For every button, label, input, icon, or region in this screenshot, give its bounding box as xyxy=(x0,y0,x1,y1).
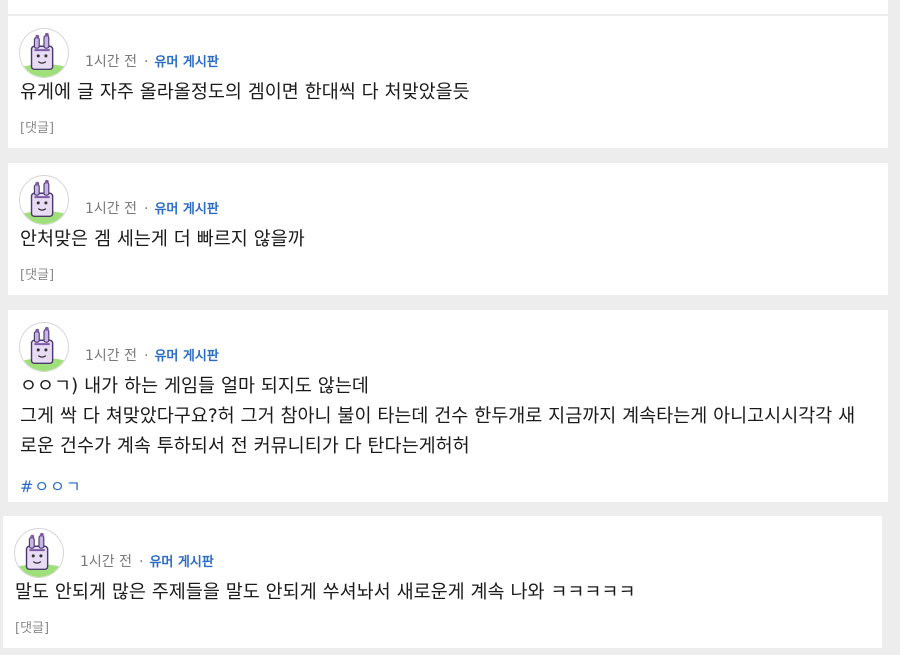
post-meta: 1시간 전 · 유머 게시판 xyxy=(85,200,219,219)
post-card: 1시간 전 · 유머 게시판 안처맞은 겜 세는게 더 빠르지 않을까 [댓글] xyxy=(8,163,888,295)
post-card: 1시간 전 · 유머 게시판 ㅇㅇㄱ) 내가 하는 게임들 얼마 되지도 않는데 그… xyxy=(8,310,888,502)
post-meta: 1시간 전 · 유머 게시판 xyxy=(85,347,219,366)
comment-link[interactable]: [댓글] xyxy=(15,617,49,636)
comment-link[interactable]: [댓글] xyxy=(20,264,54,283)
profile-character-icon xyxy=(20,326,68,371)
meta-separator: · xyxy=(144,201,149,217)
hashtag-link[interactable]: #ㅇㅇㄱ xyxy=(20,473,82,497)
avatar[interactable] xyxy=(14,528,64,578)
post-text-line: 말도 안되게 많은 주제들을 말도 안되게 쑤셔놔서 새로운게 계속 나와 ㅋㅋ… xyxy=(15,582,636,603)
avatar[interactable] xyxy=(19,28,69,78)
meta-separator: · xyxy=(144,348,149,364)
board-link[interactable]: 유머 게시판 xyxy=(149,555,213,570)
post-text: 말도 안되게 많은 주제들을 말도 안되게 쑤셔놔서 새로운게 계속 나와 ㅋㅋ… xyxy=(15,578,635,608)
post-meta: 1시간 전 · 유머 게시판 xyxy=(85,53,219,72)
post-card: 1시간 전 · 유머 게시판 말도 안되게 많은 주제들을 말도 안되게 쑤셔놔서 … xyxy=(3,516,882,648)
comment-link[interactable]: [댓글] xyxy=(20,117,54,136)
avatar[interactable] xyxy=(19,175,69,225)
post-meta: 1시간 전 · 유머 게시판 xyxy=(80,553,214,572)
meta-separator: · xyxy=(139,554,144,570)
post-time: 1시간 전 xyxy=(80,554,132,570)
post-card-partial xyxy=(8,0,888,14)
post-text-line: ㅇㅇㄱ) 내가 하는 게임들 얼마 되지도 않는데 xyxy=(20,376,369,397)
avatar[interactable] xyxy=(19,322,69,372)
meta-separator: · xyxy=(144,54,149,70)
profile-character-icon xyxy=(15,532,63,577)
post-text: 안처맞은 겜 세는게 더 빠르지 않을까 xyxy=(20,225,305,255)
profile-character-icon xyxy=(20,179,68,224)
post-text-line: 그게 싹 다 쳐맞았다구요?허 그거 참아니 불이 타는데 건수 한두개로 지금… xyxy=(20,406,856,427)
post-time: 1시간 전 xyxy=(85,201,137,217)
post-time: 1시간 전 xyxy=(85,348,137,364)
post-time: 1시간 전 xyxy=(85,54,137,70)
board-link[interactable]: 유머 게시판 xyxy=(154,55,218,70)
post-text-line: 유게에 글 자주 올라올정도의 겜이면 한대씩 다 처맞았을듯 xyxy=(20,82,470,103)
board-link[interactable]: 유머 게시판 xyxy=(154,349,218,364)
post-text-line: 로운 건수가 계속 투하되서 전 커뮤니티가 다 탄다는게허허 xyxy=(20,436,470,457)
post-text: 유게에 글 자주 올라올정도의 겜이면 한대씩 다 처맞았을듯 xyxy=(20,78,470,108)
post-text: ㅇㅇㄱ) 내가 하는 게임들 얼마 되지도 않는데 그게 싹 다 쳐맞았다구요?… xyxy=(20,372,855,462)
profile-character-icon xyxy=(20,32,68,77)
post-card: 1시간 전 · 유머 게시판 유게에 글 자주 올라올정도의 겜이면 한대씩 다 처… xyxy=(8,16,888,148)
post-text-line: 안처맞은 겜 세는게 더 빠르지 않을까 xyxy=(20,229,305,250)
board-link[interactable]: 유머 게시판 xyxy=(154,202,218,217)
